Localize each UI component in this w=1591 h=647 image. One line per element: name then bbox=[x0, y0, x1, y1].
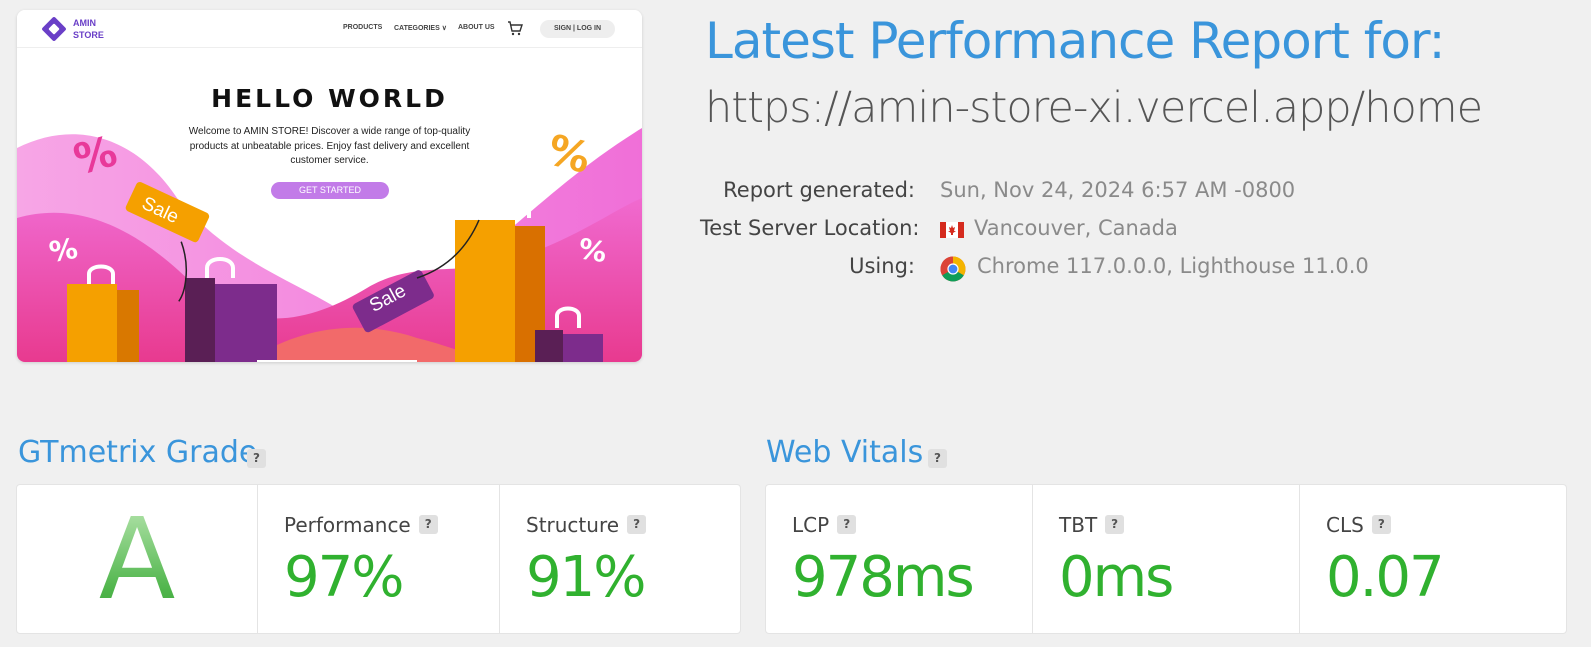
site-screenshot: % % % % Sale Sale AMIN STORE PRODUCTS CA… bbox=[17, 10, 642, 362]
report-generated-label: Report generated: bbox=[723, 178, 915, 202]
performance-value: 97% bbox=[284, 545, 404, 610]
gtmetrix-grade-title: GTmetrix Grade bbox=[18, 435, 258, 470]
preview-hero-title: HELLO WORLD bbox=[211, 84, 448, 113]
preview-hero-desc: Welcome to AMIN STORE! Discover a wide r… bbox=[188, 126, 471, 166]
structure-cell: Structure? 91% bbox=[500, 485, 740, 633]
report-url[interactable]: https://amin-store-xi.vercel.app/home bbox=[705, 83, 1483, 133]
using-label: Using: bbox=[849, 254, 915, 278]
preview-nav-about: ABOUT US bbox=[458, 24, 495, 31]
lcp-help-icon[interactable]: ? bbox=[837, 515, 857, 534]
lcp-value: 978ms bbox=[792, 545, 975, 610]
preview-navbar: AMIN STORE PRODUCTS CATEGORIES ∨ ABOUT U… bbox=[17, 10, 642, 48]
lcp-cell: LCP? 978ms bbox=[766, 485, 1033, 633]
using-value: Chrome 117.0.0.0, Lighthouse 11.0.0 bbox=[977, 254, 1369, 278]
grade-panel: A Performance? 97% Structure? 91% bbox=[16, 484, 741, 634]
server-location-value: Vancouver, Canada bbox=[974, 216, 1178, 240]
chrome-icon bbox=[940, 256, 966, 282]
svg-text:%: % bbox=[576, 232, 609, 269]
preview-nav-categories: CATEGORIES ∨ bbox=[394, 25, 447, 32]
report-title: Latest Performance Report for: bbox=[705, 12, 1446, 70]
structure-value: 91% bbox=[526, 545, 646, 610]
preview-nav-products: PRODUCTS bbox=[343, 24, 383, 31]
store-logo-icon bbox=[41, 16, 67, 42]
preview-signin: SIGN | LOG IN bbox=[540, 20, 615, 38]
structure-label: Structure? bbox=[526, 513, 647, 537]
tbt-cell: TBT? 0ms bbox=[1033, 485, 1300, 633]
store-logo-text: AMIN STORE bbox=[73, 18, 104, 40]
structure-help-icon[interactable]: ? bbox=[627, 515, 647, 534]
grade-cell: A bbox=[17, 485, 258, 633]
web-vitals-title: Web Vitals bbox=[766, 435, 924, 470]
preview-cta: GET STARTED bbox=[271, 182, 389, 199]
tbt-help-icon[interactable]: ? bbox=[1105, 515, 1125, 534]
cart-icon bbox=[508, 21, 523, 36]
cls-label: CLS? bbox=[1326, 513, 1391, 537]
vitals-panel: LCP? 978ms TBT? 0ms CLS? 0.07 bbox=[765, 484, 1567, 634]
tbt-label: TBT? bbox=[1059, 513, 1125, 537]
canada-flag-icon bbox=[940, 222, 964, 238]
server-location-label: Test Server Location: bbox=[700, 216, 920, 240]
svg-text:%: % bbox=[47, 232, 80, 269]
grade-help-icon[interactable]: ? bbox=[247, 449, 266, 468]
report-generated-value: Sun, Nov 24, 2024 6:57 AM -0800 bbox=[940, 178, 1296, 202]
cls-help-icon[interactable]: ? bbox=[1371, 515, 1391, 534]
cls-value: 0.07 bbox=[1326, 545, 1445, 610]
tbt-value: 0ms bbox=[1059, 545, 1174, 610]
lcp-label: LCP? bbox=[792, 513, 857, 537]
performance-cell: Performance? 97% bbox=[258, 485, 500, 633]
grade-letter: A bbox=[17, 500, 257, 620]
performance-label: Performance? bbox=[284, 513, 438, 537]
performance-help-icon[interactable]: ? bbox=[418, 515, 438, 534]
vitals-help-icon[interactable]: ? bbox=[928, 449, 947, 468]
cls-cell: CLS? 0.07 bbox=[1300, 485, 1566, 633]
